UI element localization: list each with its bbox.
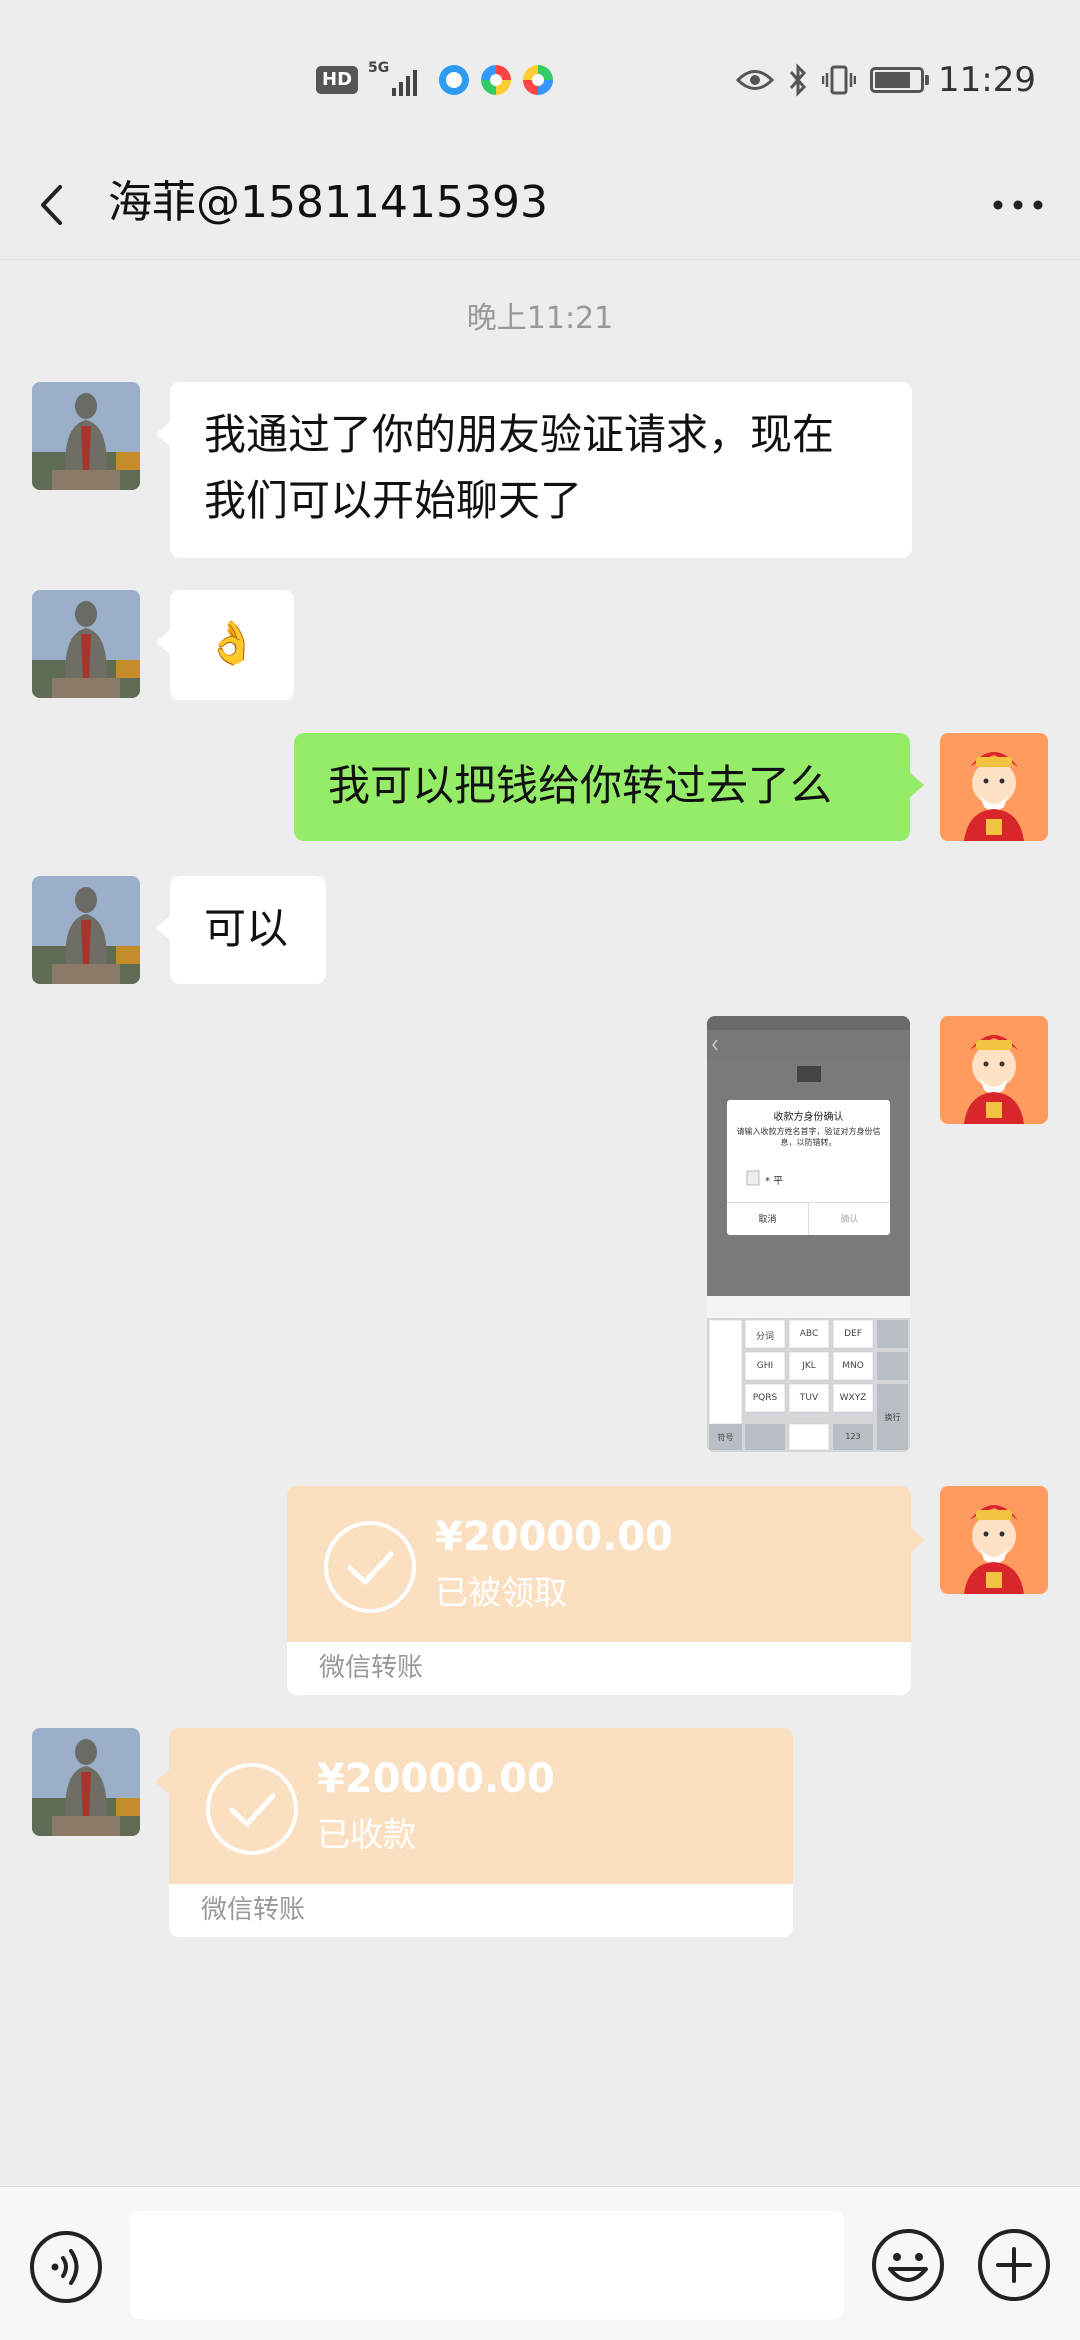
chat-title: 海菲@15811415393 bbox=[108, 177, 548, 228]
status-right: 11:29 bbox=[736, 55, 1036, 105]
thumb-confirm: 确认 bbox=[840, 1215, 859, 1225]
ok-hand-emoji: 👌 bbox=[205, 618, 259, 667]
thumb-dialog-text: 请输入收款方姓名首字，验证对方身份信息，以防错转。 bbox=[736, 1127, 881, 1147]
thumb-input-hint: * 平 bbox=[765, 1176, 784, 1187]
sent-image-thumbnail[interactable]: 收款方身份确认 请输入收款方姓名首字，验证对方身份信息，以防错转。 * 平 取消… bbox=[707, 1016, 910, 1452]
signal-icon: 5G bbox=[368, 60, 428, 100]
transfer-card-body: ¥20000.00 已被领取 bbox=[287, 1486, 911, 1642]
transfer-card-sent[interactable]: ¥20000.00 已被领取 微信转账 bbox=[287, 1486, 925, 1695]
bubble-tail bbox=[155, 1768, 171, 1796]
transfer-amount: ¥20000.00 bbox=[435, 1514, 673, 1560]
thumb-key: MNO bbox=[842, 1361, 864, 1371]
received-message[interactable]: 可以 bbox=[156, 876, 326, 984]
screenshot-image bbox=[707, 1016, 910, 1452]
my-avatar[interactable] bbox=[940, 1016, 1048, 1124]
transfer-status: 已收款 bbox=[317, 1815, 416, 1854]
vibrate-icon bbox=[822, 65, 857, 95]
thumb-key: DEF bbox=[844, 1329, 862, 1339]
transfer-card-received[interactable]: ¥20000.00 已收款 微信转账 bbox=[169, 1728, 793, 1937]
thumb-key: JKL bbox=[802, 1361, 816, 1371]
thumb-key: ABC bbox=[799, 1329, 819, 1339]
thumb-cancel: 取消 bbox=[758, 1215, 777, 1225]
transfer-footer: 微信转账 bbox=[169, 1884, 793, 1937]
battery-icon bbox=[870, 67, 930, 93]
input-bar bbox=[0, 2186, 1080, 2340]
transfer-footer: 微信转账 bbox=[287, 1642, 911, 1695]
sent-message[interactable]: 我可以把钱给你转过去了么 bbox=[294, 733, 924, 841]
check-circle-icon bbox=[324, 1521, 416, 1613]
app-icon bbox=[439, 65, 470, 95]
thumb-key: TUV bbox=[799, 1393, 819, 1403]
message-timestamp: 晚上11:21 bbox=[466, 301, 614, 336]
friend-avatar[interactable] bbox=[32, 382, 140, 490]
more-options-icon[interactable] bbox=[986, 180, 1050, 230]
voice-input-icon[interactable] bbox=[28, 2229, 104, 2305]
friend-avatar[interactable] bbox=[32, 876, 140, 984]
app-icon bbox=[523, 65, 554, 95]
app-icon bbox=[481, 65, 512, 95]
hd-icon: HD bbox=[316, 66, 359, 94]
check-circle-icon bbox=[206, 1763, 298, 1855]
my-avatar[interactable] bbox=[940, 1486, 1048, 1594]
received-message[interactable]: 👌 bbox=[156, 590, 294, 700]
thumb-key: WXYZ bbox=[839, 1393, 867, 1403]
bluetooth-icon bbox=[789, 63, 807, 97]
my-avatar[interactable] bbox=[940, 733, 1048, 841]
thumb-key: PQRS bbox=[752, 1393, 778, 1403]
eye-icon bbox=[736, 70, 775, 90]
back-arrow-icon[interactable] bbox=[30, 170, 90, 240]
message-text: 可以 bbox=[204, 904, 289, 953]
friend-avatar[interactable] bbox=[32, 590, 140, 698]
status-time: 11:29 bbox=[938, 60, 1036, 100]
plus-icon[interactable] bbox=[976, 2227, 1052, 2303]
message-input[interactable] bbox=[130, 2211, 844, 2319]
message-line: 我们可以开始聊天了 bbox=[204, 476, 583, 525]
transfer-amount: ¥20000.00 bbox=[317, 1756, 555, 1802]
transfer-status: 已被领取 bbox=[435, 1573, 567, 1612]
received-message[interactable]: 我通过了你的朋友验证请求，现在 我们可以开始聊天了 bbox=[156, 382, 912, 558]
thumb-key: 分词 bbox=[755, 1332, 774, 1342]
message-text: 我可以把钱给你转过去了么 bbox=[328, 761, 833, 810]
status-left: HD 5G bbox=[316, 60, 554, 100]
friend-avatar[interactable] bbox=[32, 1728, 140, 1836]
chat-header: 海菲@15811415393 bbox=[0, 150, 1080, 260]
thumb-key: 123 bbox=[845, 1432, 861, 1441]
message-line: 我通过了你的朋友验证请求，现在 bbox=[204, 410, 835, 459]
transfer-card-body: ¥20000.00 已收款 bbox=[169, 1728, 793, 1884]
thumb-key: GHI bbox=[756, 1361, 774, 1371]
status-bar: HD 5G 11:29 bbox=[0, 0, 1080, 150]
thumb-key: 换行 bbox=[884, 1413, 901, 1422]
thumb-dialog-title: 收款方身份确认 bbox=[773, 1112, 844, 1123]
thumb-key: 符号 bbox=[717, 1433, 734, 1442]
emoji-icon[interactable] bbox=[870, 2227, 946, 2303]
